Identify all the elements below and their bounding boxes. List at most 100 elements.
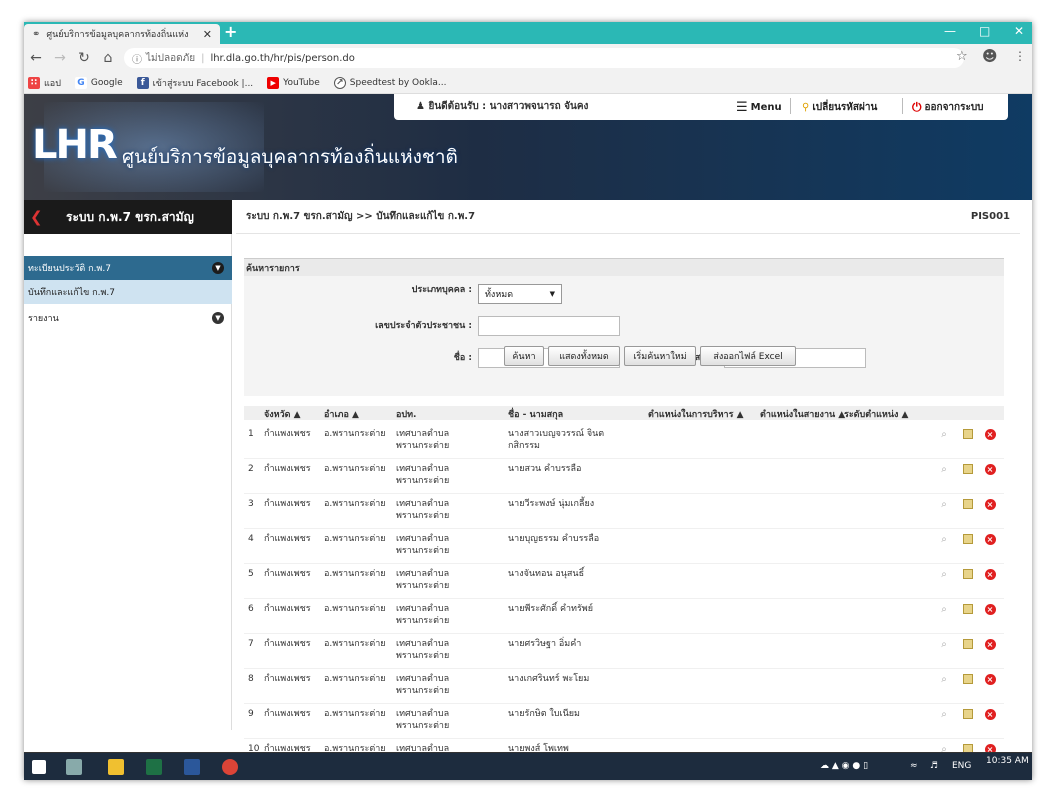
- district-cell: อ.พรานกระต่าย: [324, 429, 386, 439]
- view-icon[interactable]: ⌕: [938, 673, 950, 685]
- sidebar-item-registry[interactable]: ทะเบียนประวัติ ก.พ.7 ▼: [24, 256, 232, 280]
- bookmark-google[interactable]: G Google: [74, 76, 123, 89]
- org-cell-line2: พรานกระต่าย: [396, 511, 450, 521]
- back-arrow-icon[interactable]: ❮: [30, 208, 43, 226]
- person-type-select[interactable]: ทั้งหมด ▼: [478, 284, 562, 304]
- search-icon[interactable]: [66, 759, 82, 775]
- edit-icon[interactable]: [962, 498, 974, 510]
- word-icon[interactable]: [184, 759, 200, 775]
- delete-icon[interactable]: ×: [984, 428, 996, 440]
- new-search-button[interactable]: เริ่มค้นหาใหม่: [624, 346, 696, 366]
- close-window-icon[interactable]: ✕: [1014, 24, 1024, 38]
- col-district[interactable]: อำเภอ ▲: [324, 407, 359, 421]
- table-row: 6 กำแพงเพชร อ.พรานกระต่าย เทศบาลตำบล นายพีระ…: [244, 599, 1004, 634]
- excel-icon[interactable]: [146, 759, 162, 775]
- org-cell-line2: พรานกระต่าย: [396, 651, 450, 661]
- edit-icon[interactable]: [962, 638, 974, 650]
- org-cell: เทศบาลตำบล: [396, 499, 450, 509]
- maximize-icon[interactable]: □: [979, 24, 990, 38]
- district-cell: อ.พรานกระต่าย: [324, 534, 386, 544]
- speedtest-icon: ↗: [333, 76, 346, 89]
- bookmark-youtube[interactable]: ▶ YouTube: [267, 76, 320, 89]
- sidebar-item-reports[interactable]: รายงาน ▼: [24, 306, 232, 330]
- delete-icon[interactable]: ×: [984, 463, 996, 475]
- change-password-button[interactable]: ⚲ เปลี่ยนรหัสผ่าน: [802, 100, 877, 115]
- back-icon[interactable]: ←: [24, 50, 48, 66]
- globe-icon: ⚭: [32, 28, 41, 40]
- district-cell: อ.พรานกระต่าย: [324, 604, 386, 614]
- search-button[interactable]: ค้นหา: [504, 346, 544, 366]
- tray-icons[interactable]: ☁ ▲ ◉ ● ▯: [820, 761, 868, 771]
- delete-icon[interactable]: ×: [984, 533, 996, 545]
- edit-icon[interactable]: [962, 673, 974, 685]
- chrome-icon[interactable]: [222, 759, 238, 775]
- view-icon[interactable]: ⌕: [938, 463, 950, 475]
- col-position-level[interactable]: ระดับตำแหน่ง ▲: [844, 407, 908, 421]
- account-icon[interactable]: ☻: [982, 47, 998, 65]
- col-admin-position[interactable]: ตำแหน่งในการบริหาร ▲: [648, 407, 743, 421]
- sidebar-item-edit[interactable]: บันทึกและแก้ไข ก.พ.7: [24, 280, 232, 304]
- delete-icon[interactable]: ×: [984, 638, 996, 650]
- row-number: 5: [248, 569, 254, 579]
- view-icon[interactable]: ⌕: [938, 428, 950, 440]
- view-icon[interactable]: ⌕: [938, 498, 950, 510]
- col-province[interactable]: จังหวัด ▲: [264, 407, 301, 421]
- browser-tab[interactable]: ⚭ ศูนย์บริการข้อมูลบุคลากรท้องถิ่นแห่ง ✕: [24, 24, 220, 44]
- bookmark-star-icon[interactable]: ☆: [956, 49, 968, 64]
- language-indicator[interactable]: ENG: [952, 761, 971, 771]
- org-cell: เทศบาลตำบล: [396, 534, 450, 544]
- info-icon: ⓘ: [132, 54, 142, 66]
- export-excel-button[interactable]: ส่งออกไฟล์ Excel: [700, 346, 796, 366]
- first-name-label: ชื่อ :: [453, 353, 472, 363]
- search-panel: ค้นหารายการ ประเภทบุคคล : ทั้งหมด ▼ เลขป…: [244, 258, 1004, 396]
- district-cell: อ.พรานกระต่าย: [324, 709, 386, 719]
- google-icon: G: [74, 76, 87, 89]
- edit-icon[interactable]: [962, 568, 974, 580]
- file-explorer-icon[interactable]: [108, 759, 124, 775]
- view-icon[interactable]: ⌕: [938, 603, 950, 615]
- view-icon[interactable]: ⌕: [938, 708, 950, 720]
- close-tab-icon[interactable]: ✕: [203, 28, 212, 41]
- url-field[interactable]: ⓘ ไม่ปลอดภัย | lhr.dla.go.th/hr/pis/pers…: [124, 48, 964, 68]
- org-cell: เทศบาลตำบล: [396, 569, 450, 579]
- reload-icon[interactable]: ↻: [72, 50, 96, 66]
- site-header: LHR ศูนย์บริการข้อมูลบุคลากรท้องถิ่นแห่ง…: [24, 94, 1032, 200]
- table-row: 1 กำแพงเพชร อ.พรานกระต่าย เทศบาลตำบล นางสาวเ…: [244, 424, 1004, 459]
- clock[interactable]: 10:35 AM: [986, 756, 1029, 767]
- edit-icon[interactable]: [962, 463, 974, 475]
- delete-icon[interactable]: ×: [984, 673, 996, 685]
- view-icon[interactable]: ⌕: [938, 638, 950, 650]
- forward-icon[interactable]: →: [48, 50, 72, 66]
- more-menu-icon[interactable]: ⋮: [1014, 49, 1026, 63]
- bookmark-facebook[interactable]: f เข้าสู่ระบบ Facebook |...: [136, 76, 253, 90]
- network-icon[interactable]: ≈: [910, 761, 918, 771]
- delete-icon[interactable]: ×: [984, 498, 996, 510]
- edit-icon[interactable]: [962, 533, 974, 545]
- new-tab-button[interactable]: +: [224, 22, 237, 41]
- edit-icon[interactable]: [962, 428, 974, 440]
- menu-button[interactable]: ☰ Menu: [736, 100, 782, 115]
- col-line-position[interactable]: ตำแหน่งในสายงาน ▲: [760, 407, 845, 421]
- home-icon[interactable]: ⌂: [96, 50, 120, 66]
- delete-icon[interactable]: ×: [984, 708, 996, 720]
- minimize-icon[interactable]: —: [944, 24, 956, 38]
- windows-start-icon[interactable]: [32, 760, 46, 774]
- org-cell-line2: พรานกระต่าย: [396, 546, 450, 556]
- bookmark-apps[interactable]: ∷ แอป: [28, 76, 61, 90]
- view-icon[interactable]: ⌕: [938, 568, 950, 580]
- bookmark-speedtest[interactable]: ↗ Speedtest by Ookla...: [333, 76, 446, 89]
- delete-icon[interactable]: ×: [984, 568, 996, 580]
- citizen-id-field[interactable]: [478, 316, 620, 336]
- delete-icon[interactable]: ×: [984, 603, 996, 615]
- edit-icon[interactable]: [962, 603, 974, 615]
- edit-icon[interactable]: [962, 708, 974, 720]
- volume-icon[interactable]: ♬: [930, 761, 938, 771]
- facebook-icon: f: [136, 76, 149, 89]
- table-row: 7 กำแพงเพชร อ.พรานกระต่าย เทศบาลตำบล นายศรวิ…: [244, 634, 1004, 669]
- district-cell: อ.พรานกระต่าย: [324, 674, 386, 684]
- view-icon[interactable]: ⌕: [938, 533, 950, 545]
- lhr-logo[interactable]: LHR: [32, 122, 118, 168]
- show-all-button[interactable]: แสดงทั้งหมด: [548, 346, 620, 366]
- logout-button[interactable]: ⏻ ออกจากระบบ: [912, 100, 984, 115]
- row-number: 7: [248, 639, 254, 649]
